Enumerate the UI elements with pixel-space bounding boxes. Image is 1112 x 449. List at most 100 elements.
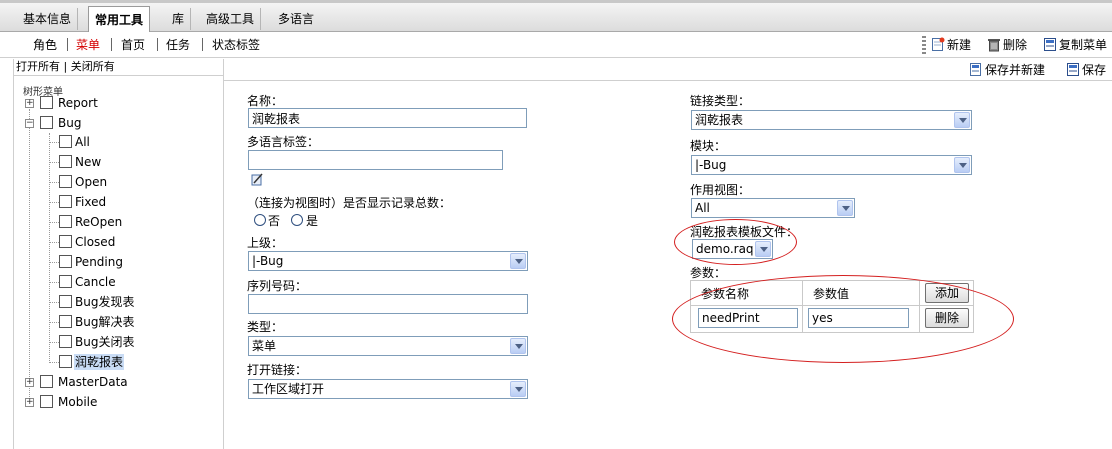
param-value-header: 参数值 bbox=[813, 287, 850, 301]
open-link-select-value: 工作区域打开 bbox=[252, 382, 325, 396]
tree-node-label[interactable]: 润乾报表 bbox=[74, 354, 125, 370]
tree-node-label[interactable]: Bug发现表 bbox=[75, 294, 134, 310]
param-value-input[interactable] bbox=[808, 308, 909, 328]
expand-icon[interactable]: + bbox=[25, 378, 34, 387]
tree-checkbox[interactable] bbox=[40, 375, 53, 388]
tree-node-label[interactable]: Open bbox=[75, 174, 107, 190]
edit-note-icon[interactable] bbox=[250, 172, 264, 187]
subnav-role[interactable]: 角色 bbox=[33, 37, 57, 53]
show-count-label: （连接为视图时）是否显示记录总数： bbox=[247, 196, 452, 210]
menu-tree-panel: 打开所有 | 关闭所有 树形菜单 + Report − Bug All New … bbox=[13, 59, 224, 449]
expand-icon[interactable]: + bbox=[25, 398, 34, 407]
subnav-task[interactable]: 任务 bbox=[166, 37, 190, 53]
tab-common-tools[interactable]: 常用工具 bbox=[88, 6, 151, 34]
tree-node-label[interactable]: Mobile bbox=[58, 394, 97, 410]
close-all-link[interactable]: 关闭所有 bbox=[71, 60, 115, 73]
tree-node-label[interactable]: Report bbox=[58, 95, 98, 111]
link-type-select[interactable]: 润乾报表 bbox=[691, 110, 972, 130]
param-name-input[interactable] bbox=[698, 308, 798, 328]
tree-node-label[interactable]: Cancle bbox=[75, 274, 116, 290]
template-file-select[interactable]: demo.raq bbox=[692, 239, 773, 259]
tree-checkbox[interactable] bbox=[40, 395, 53, 408]
tree-node-label[interactable]: All bbox=[75, 134, 90, 150]
tree-node-label[interactable]: New bbox=[75, 154, 101, 170]
param-name-cell bbox=[691, 306, 803, 332]
view-label: 作用视图： bbox=[690, 183, 751, 197]
save-toolbar: 保存并新建 保存 bbox=[224, 59, 1112, 81]
add-param-button[interactable]: 添加 bbox=[925, 283, 969, 303]
chevron-down-icon[interactable] bbox=[510, 253, 526, 269]
tree-checkbox[interactable] bbox=[59, 175, 72, 188]
open-link-select[interactable]: 工作区域打开 bbox=[248, 379, 528, 399]
tree-node-bug-resolved: Bug解决表 bbox=[14, 314, 214, 330]
tab-basic-info[interactable]: 基本信息 bbox=[17, 8, 79, 30]
delete-button[interactable]: 删除 bbox=[987, 36, 1027, 54]
tab-advanced-tools[interactable]: 高级工具 bbox=[200, 8, 262, 30]
tree-checkbox[interactable] bbox=[59, 215, 72, 228]
radio-yes[interactable] bbox=[291, 214, 303, 226]
tree-checkbox[interactable] bbox=[59, 355, 72, 368]
tree-checkbox[interactable] bbox=[59, 295, 72, 308]
new-button-label: 新建 bbox=[947, 38, 972, 52]
tree-node-label[interactable]: Closed bbox=[75, 234, 115, 250]
tree-connector bbox=[49, 322, 59, 323]
tree-node-label[interactable]: Bug关闭表 bbox=[75, 334, 134, 350]
sequence-input[interactable] bbox=[248, 294, 528, 314]
tree-checkbox[interactable] bbox=[59, 255, 72, 268]
tree-node-masterdata: + MasterData bbox=[14, 374, 214, 390]
module-select[interactable]: |-Bug bbox=[691, 155, 972, 175]
tree-checkbox[interactable] bbox=[40, 96, 53, 109]
chevron-down-icon[interactable] bbox=[510, 381, 526, 397]
chevron-down-icon[interactable] bbox=[954, 112, 970, 128]
open-all-link[interactable]: 打开所有 bbox=[16, 60, 60, 73]
open-link-label: 打开链接： bbox=[247, 363, 308, 377]
radio-no[interactable] bbox=[254, 214, 266, 226]
tree-node-label[interactable]: Pending bbox=[75, 254, 123, 270]
tree-node-new: New bbox=[14, 154, 214, 170]
subnav-menu[interactable]: 菜单 bbox=[76, 37, 100, 53]
tree-connector bbox=[49, 182, 59, 183]
sequence-label: 序列号码： bbox=[247, 279, 308, 293]
radio-yes-label: 是 bbox=[306, 214, 319, 228]
tab-multi-language[interactable]: 多语言 bbox=[272, 8, 320, 30]
tree-checkbox[interactable] bbox=[59, 155, 72, 168]
tree-checkbox[interactable] bbox=[59, 195, 72, 208]
tree-node-label[interactable]: ReOpen bbox=[75, 214, 122, 230]
subnav-home[interactable]: 首页 bbox=[121, 37, 145, 53]
tree-node-label[interactable]: Bug bbox=[58, 115, 81, 131]
view-select[interactable]: All bbox=[691, 198, 855, 218]
tree-connector bbox=[49, 342, 59, 343]
chevron-down-icon[interactable] bbox=[837, 200, 853, 216]
type-select[interactable]: 菜单 bbox=[248, 336, 528, 356]
tree-node-label[interactable]: Fixed bbox=[75, 194, 106, 210]
name-input[interactable] bbox=[248, 108, 527, 128]
new-button[interactable]: 新建 bbox=[931, 36, 971, 54]
expand-icon[interactable]: + bbox=[25, 99, 34, 108]
tree-checkbox[interactable] bbox=[59, 275, 72, 288]
tree-checkbox[interactable] bbox=[59, 235, 72, 248]
tree-checkbox[interactable] bbox=[59, 335, 72, 348]
tree-node-label[interactable]: MasterData bbox=[58, 374, 128, 390]
new-document-icon bbox=[932, 37, 945, 51]
save-button[interactable]: 保存 bbox=[1066, 61, 1106, 79]
parent-select[interactable]: |-Bug bbox=[248, 251, 528, 271]
parent-label: 上级： bbox=[247, 236, 284, 250]
tree-checkbox[interactable] bbox=[59, 135, 72, 148]
save-and-new-button[interactable]: 保存并新建 bbox=[969, 61, 1045, 79]
remove-param-button[interactable]: 删除 bbox=[925, 308, 969, 328]
sub-toolbar: 角色 菜单 首页 任务 状态标签 新建 删除 复制菜单 bbox=[0, 32, 1112, 58]
tree-node-label[interactable]: Bug解决表 bbox=[75, 314, 134, 330]
i18n-input[interactable] bbox=[248, 150, 503, 170]
tree-checkbox[interactable] bbox=[40, 116, 53, 129]
subnav-separator bbox=[202, 38, 203, 51]
collapse-icon[interactable]: − bbox=[25, 119, 34, 128]
copy-menu-button[interactable]: 复制菜单 bbox=[1043, 36, 1107, 54]
template-file-select-value: demo.raq bbox=[696, 242, 754, 256]
subnav-status-tag[interactable]: 状态标签 bbox=[212, 37, 260, 53]
chevron-down-icon[interactable] bbox=[755, 241, 771, 257]
tree-connector bbox=[49, 302, 59, 303]
chevron-down-icon[interactable] bbox=[954, 157, 970, 173]
tab-library[interactable]: 库 bbox=[166, 8, 192, 30]
chevron-down-icon[interactable] bbox=[510, 338, 526, 354]
tree-checkbox[interactable] bbox=[59, 315, 72, 328]
